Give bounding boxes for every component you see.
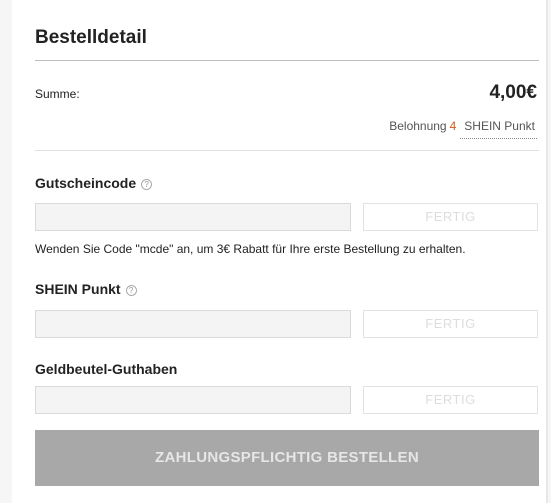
reward-unit: SHEIN Punkt (460, 119, 537, 139)
coupon-code-input[interactable] (35, 203, 351, 231)
help-icon[interactable]: ? (125, 285, 137, 296)
points-section-title: SHEIN Punkt? (35, 281, 137, 297)
points-input[interactable] (35, 310, 351, 338)
wallet-apply-button[interactable]: FERTIG (363, 386, 538, 414)
points-title: SHEIN Punkt (35, 281, 121, 297)
reward-label: Belohnung (389, 119, 447, 133)
panel-edge (546, 0, 548, 503)
wallet-section-title: Geldbeutel-Guthaben (35, 361, 178, 377)
coupon-section-title: Gutscheincode? (35, 175, 153, 191)
page-title: Bestelldetail (35, 27, 147, 48)
sum-label: Summe: (35, 87, 80, 101)
points-apply-button[interactable]: FERTIG (363, 310, 538, 338)
coupon-hint: Wenden Sie Code "mcde" an, um 3€ Rabatt … (35, 242, 466, 256)
coupon-title: Gutscheincode (35, 175, 137, 191)
summary-divider (35, 150, 539, 151)
order-detail-panel: Bestelldetail Summe: 4,00€ Belohnung 4 SHE… (12, 0, 546, 503)
reward-points: 4 (449, 119, 457, 133)
sum-value: 4,00€ (489, 82, 537, 103)
reward-info: Belohnung 4 SHEIN Punkt (389, 119, 537, 139)
wallet-input[interactable] (35, 386, 351, 414)
place-order-button[interactable]: ZAHLUNGSPFLICHTIG BESTELLEN (35, 430, 539, 486)
help-icon[interactable]: ? (141, 179, 153, 190)
title-divider (35, 60, 539, 61)
coupon-apply-button[interactable]: FERTIG (363, 203, 538, 231)
